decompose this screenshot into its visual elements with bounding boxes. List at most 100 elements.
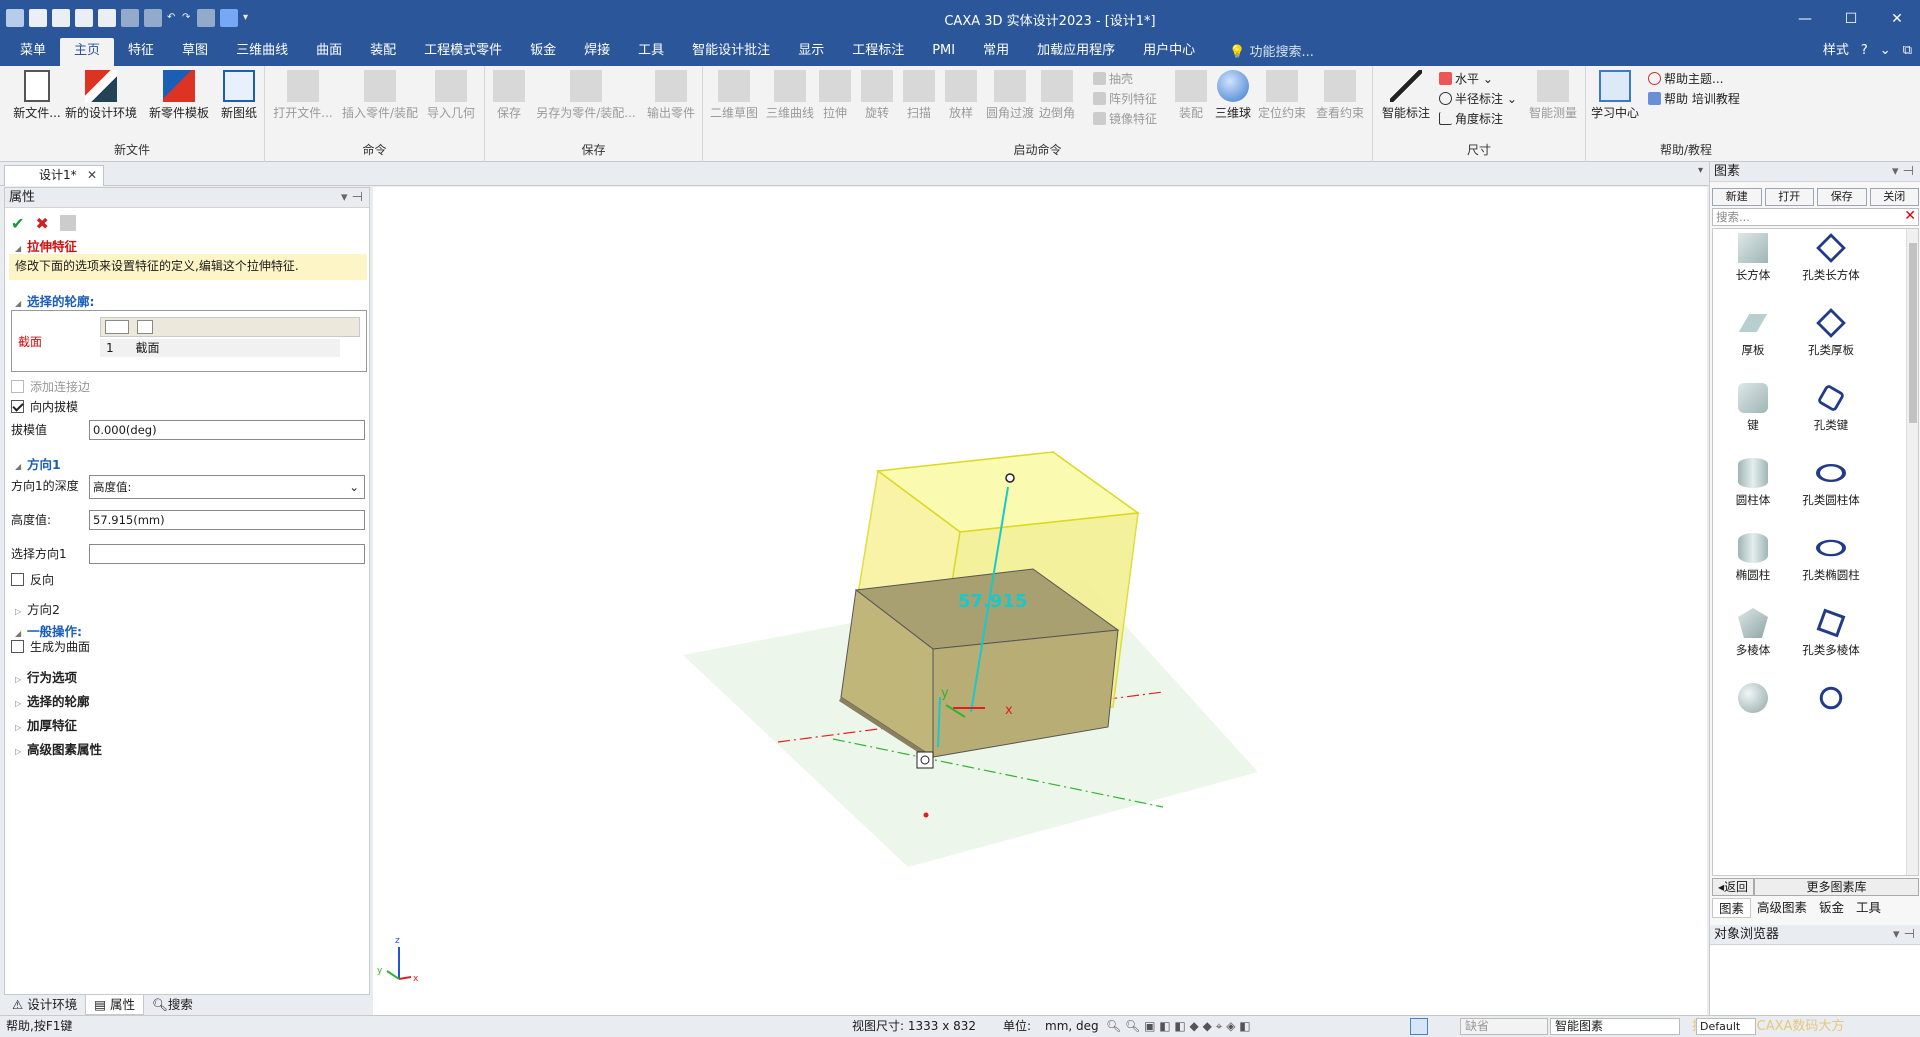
section-profile[interactable]: ◢ 选择的轮廓: xyxy=(15,291,95,310)
lib-item-box[interactable]: 长方体 xyxy=(1713,233,1793,283)
3d-viewport[interactable]: 57.915 x y x y z xyxy=(373,187,1707,1015)
menu-item-engineering-dim[interactable]: 工程标注 xyxy=(838,38,918,66)
shell-button[interactable]: 抽壳 xyxy=(1093,70,1133,88)
mail-icon[interactable] xyxy=(98,9,116,27)
triball-button[interactable]: 三维球 xyxy=(1211,70,1255,120)
section-extrude-feature[interactable]: ◢ 拉伸特征 xyxy=(15,236,77,255)
library-back-button[interactable]: ◂返回 xyxy=(1712,878,1754,896)
email-icon[interactable] xyxy=(52,9,70,27)
maximize-button[interactable]: ☐ xyxy=(1828,0,1874,38)
lib-item-plate[interactable]: 厚板 xyxy=(1713,308,1793,358)
section-advanced-properties[interactable]: ▷ 高级图素属性 xyxy=(15,739,102,758)
tab-advanced-elements[interactable]: 高级图素 xyxy=(1751,898,1813,918)
menu-item-assembly[interactable]: 装配 xyxy=(356,38,410,66)
lib-item-hole-cylinder[interactable]: 孔类圆柱体 xyxy=(1791,458,1871,508)
feature-search[interactable]: 💡 功能搜索... xyxy=(1229,40,1314,66)
new-part-template-button[interactable]: 新零件模板 xyxy=(146,70,212,120)
tab-sheet-metal[interactable]: 钣金 xyxy=(1813,898,1850,918)
height-value-input[interactable]: 57.915(mm) xyxy=(89,510,365,530)
view-constraint-button[interactable]: 查看约束 xyxy=(1311,70,1369,120)
tab-tools[interactable]: 工具 xyxy=(1850,898,1887,918)
menu-item-smart-annotation[interactable]: 智能设计批注 xyxy=(678,38,784,66)
draft-inward-checkbox[interactable]: 向内拔模 xyxy=(11,398,78,415)
insert-part-button[interactable]: 插入零件/装配 xyxy=(337,70,423,120)
menu-item-welding[interactable]: 焊接 xyxy=(570,38,624,66)
horizontal-dim-button[interactable]: 水平 ⌄ xyxy=(1439,70,1493,88)
dimension-label[interactable]: 57.915 xyxy=(958,591,1027,612)
lib-item-hole-box[interactable]: 孔类长方体 xyxy=(1791,233,1871,283)
lib-item-prism[interactable]: 多棱体 xyxy=(1713,608,1793,658)
angle-dim-button[interactable]: 角度标注 xyxy=(1439,110,1503,128)
anchor-icon[interactable] xyxy=(916,751,934,769)
lib-item-key[interactable]: 键 xyxy=(1713,383,1793,433)
menu-item-3d-curve[interactable]: 三维曲线 xyxy=(222,38,302,66)
add-tangent-edges-checkbox[interactable]: 添加连接边 xyxy=(11,378,90,395)
pattern-button[interactable]: 阵列特征 xyxy=(1093,90,1157,108)
select-profile-icon[interactable] xyxy=(105,320,129,334)
menu-item-load-apps[interactable]: 加载应用程序 xyxy=(1023,38,1129,66)
viewport-graphics[interactable]: 57.915 x y x y z xyxy=(373,187,1707,1015)
lib-item-cylinder[interactable]: 圆柱体 xyxy=(1713,458,1793,508)
lib-item-hole-key[interactable]: 孔类键 xyxy=(1791,383,1871,433)
close-button[interactable]: ✕ xyxy=(1874,0,1920,38)
scrollbar-thumb[interactable] xyxy=(1909,243,1917,423)
menu-item-sheet-metal[interactable]: 钣金 xyxy=(516,38,570,66)
library-save-button[interactable]: 保存 xyxy=(1817,188,1867,206)
redo-icon[interactable]: ↷ xyxy=(182,9,192,27)
mirror-button[interactable]: 镜像特征 xyxy=(1093,110,1157,128)
pin-icon[interactable]: ▾ ⊣ xyxy=(341,188,363,208)
sweep-button[interactable]: 扫描 xyxy=(897,70,941,120)
revolve-button[interactable]: 旋转 xyxy=(855,70,899,120)
save-button[interactable]: 保存 xyxy=(487,70,531,120)
menu-item-common[interactable]: 常用 xyxy=(969,38,1023,66)
fillet-button[interactable]: 圆角过渡 xyxy=(981,70,1039,120)
draft-value-input[interactable]: 0.000(deg) xyxy=(89,420,365,440)
section-thicken[interactable]: ▷ 加厚特征 xyxy=(15,715,77,734)
menu-item-surface[interactable]: 曲面 xyxy=(302,38,356,66)
smart-dimension-button[interactable]: 智能标注 xyxy=(1377,70,1435,120)
position-constraint-button[interactable]: 定位约束 xyxy=(1253,70,1311,120)
open-file-button[interactable]: 打开文件... xyxy=(271,70,335,120)
extrude-button[interactable]: 拉伸 xyxy=(813,70,857,120)
loft-button[interactable]: 放样 xyxy=(939,70,983,120)
object-browser[interactable] xyxy=(1710,946,1920,1015)
style-menu[interactable]: 样式 xyxy=(1823,38,1849,64)
library-scrollbar[interactable] xyxy=(1906,229,1918,875)
ribbon-collapse-icon[interactable]: ⌄ xyxy=(1880,38,1891,64)
chamfer-button[interactable]: 边倒角 xyxy=(1035,70,1079,120)
confirm-icon[interactable]: ✔ xyxy=(11,214,24,233)
status-default-combo[interactable]: 缺省 xyxy=(1460,1018,1548,1035)
sketch-2d-button[interactable]: 二维草图 xyxy=(705,70,763,120)
app-logo-icon[interactable] xyxy=(6,9,24,27)
open-icon[interactable] xyxy=(121,9,139,27)
lib-item-hole-plate[interactable]: 孔类厚板 xyxy=(1791,308,1871,358)
menu-item-pmi[interactable]: PMI xyxy=(918,38,969,66)
menu-item-menu[interactable]: 菜单 xyxy=(6,38,60,66)
menu-item-feature[interactable]: 特征 xyxy=(114,38,168,66)
tab-list-icon[interactable]: ▾ xyxy=(1698,165,1703,176)
select-direction-input[interactable] xyxy=(89,544,365,564)
more-library-button[interactable]: 更多图素库 xyxy=(1754,878,1919,896)
lib-item-hole-sphere[interactable] xyxy=(1791,683,1871,717)
help-training-button[interactable]: 帮助 培训教程 xyxy=(1648,90,1740,108)
menu-item-sketch[interactable]: 草图 xyxy=(168,38,222,66)
reverse-checkbox[interactable]: 反向 xyxy=(11,571,54,588)
close-tab-icon[interactable]: ✕ xyxy=(87,166,97,185)
generate-surface-checkbox[interactable]: 生成为曲面 xyxy=(11,638,90,655)
lib-item-sphere[interactable] xyxy=(1713,683,1793,717)
tab-search[interactable]: 🔍︎搜索 xyxy=(144,995,201,1015)
section-direction2[interactable]: ▷ 方向2 xyxy=(15,599,60,618)
snap-icon[interactable] xyxy=(220,9,238,27)
save-icon[interactable] xyxy=(144,9,162,27)
select-cursor-icon[interactable] xyxy=(1410,1018,1428,1035)
status-default-select[interactable]: Default xyxy=(1696,1018,1756,1035)
pin-icon[interactable]: ▾ ⊣ xyxy=(1893,925,1915,945)
export-part-button[interactable]: 输出零件 xyxy=(641,70,701,120)
cancel-icon[interactable]: ✖ xyxy=(36,214,49,233)
library-close-button[interactable]: 关闭 xyxy=(1869,188,1919,206)
section-direction1[interactable]: ◢ 方向1 xyxy=(15,454,61,473)
library-new-button[interactable]: 新建 xyxy=(1712,188,1762,206)
lib-item-hole-ellipse-cylinder[interactable]: 孔类椭圆柱 xyxy=(1791,533,1871,583)
curve-3d-button[interactable]: 三维曲线 xyxy=(761,70,819,120)
new-drawing-button[interactable]: 新图纸 xyxy=(210,70,268,120)
